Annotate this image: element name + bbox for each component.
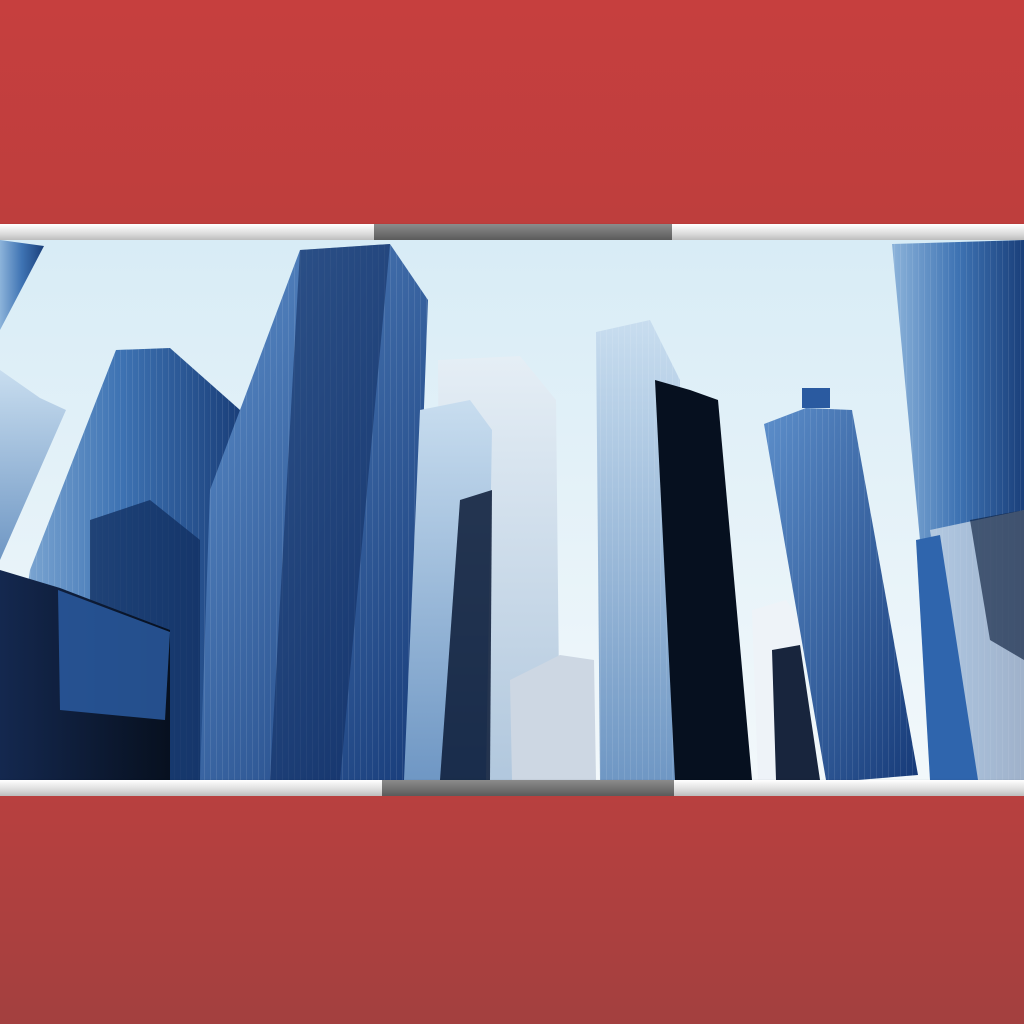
skyline-photo bbox=[0, 240, 1024, 780]
red-background-bottom bbox=[0, 796, 1024, 1024]
top-rail-bar bbox=[0, 224, 1024, 240]
red-background-top bbox=[0, 0, 1024, 224]
top-rail-center-segment bbox=[374, 224, 672, 240]
bottom-rail-bar bbox=[0, 780, 1024, 796]
poster-canvas bbox=[0, 0, 1024, 1024]
skyline-illustration bbox=[0, 240, 1024, 780]
low-building bbox=[510, 655, 596, 780]
bottom-rail-center-segment bbox=[382, 780, 674, 796]
